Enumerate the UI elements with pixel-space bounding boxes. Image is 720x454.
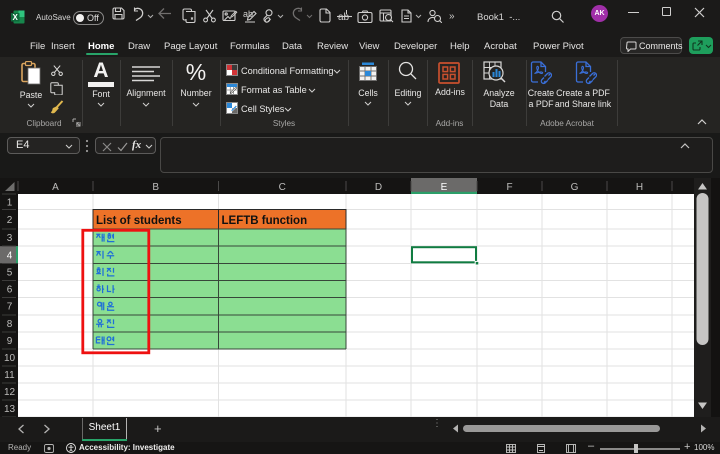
svg-text:A: A [52,182,59,193]
svg-text:8: 8 [7,319,13,330]
svg-text:H: H [636,182,643,193]
svg-text:List of students: List of students [96,215,182,227]
svg-text:13: 13 [4,404,16,415]
svg-text:LEFTB function: LEFTB function [222,215,308,227]
svg-text:B: B [152,182,159,193]
svg-text:4: 4 [7,250,13,261]
svg-text:6: 6 [7,285,13,296]
svg-text:3: 3 [7,233,13,244]
svg-text:1: 1 [7,197,13,208]
svg-text:C: C [279,182,286,193]
svg-text:11: 11 [4,370,15,381]
svg-text:F: F [506,182,512,193]
svg-text:X: X [13,13,19,22]
svg-text:G: G [571,182,579,193]
svg-text:E: E [441,182,448,193]
svg-text:ab: ab [338,12,350,23]
svg-text:D: D [375,182,382,193]
svg-text:9: 9 [7,336,13,347]
svg-text:2: 2 [7,215,13,226]
svg-text:7: 7 [7,302,13,313]
svg-text:10: 10 [4,353,16,364]
svg-text:5: 5 [7,267,13,278]
svg-text:12: 12 [4,387,16,398]
